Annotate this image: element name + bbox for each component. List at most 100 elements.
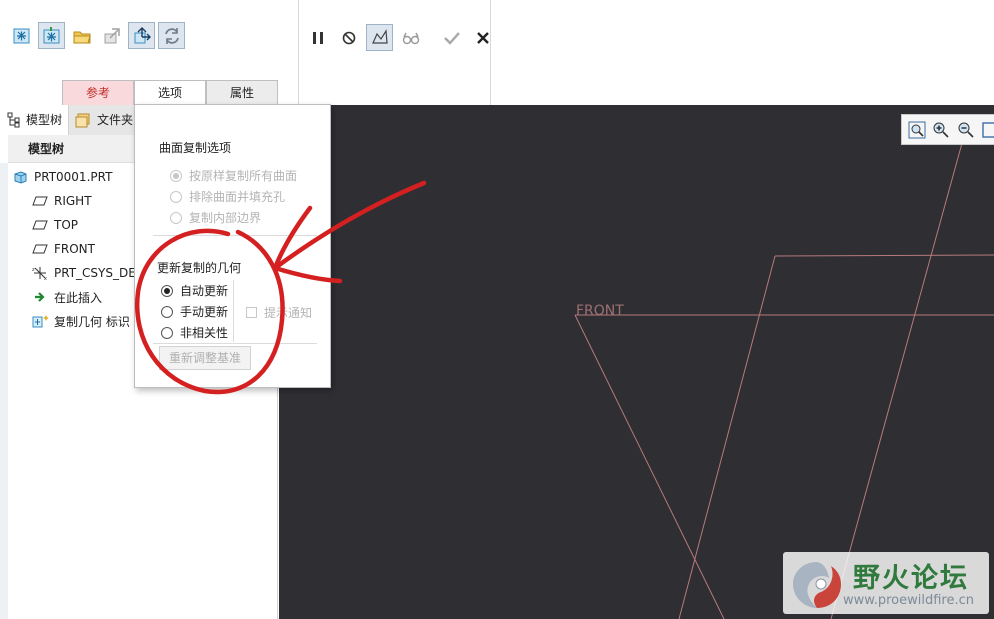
zoom-in-icon [933, 122, 949, 138]
refresh-button[interactable] [158, 22, 185, 49]
top-plane-edge [774, 254, 994, 257]
front-plane-edge [574, 314, 725, 619]
radio-button [161, 284, 173, 297]
no-preview-icon [342, 31, 355, 44]
dashboard-ribbon: 参考 选项 属性 [0, 0, 994, 106]
tab-folder-label: 文件夹 [97, 113, 134, 127]
tab-properties[interactable]: 属性 [206, 80, 278, 105]
open-button[interactable] [68, 22, 95, 49]
radio-auto-update[interactable]: 自动更新 [161, 282, 228, 299]
ribbon-separator [298, 0, 299, 105]
tree-item-top[interactable]: TOP [32, 215, 78, 235]
divider [153, 235, 317, 236]
view-toolbar [901, 114, 994, 145]
tab-options[interactable]: 选项 [134, 80, 206, 106]
feature-toolbar [8, 22, 185, 49]
csys-icon: zx [32, 267, 47, 281]
ok-check-icon [443, 31, 460, 45]
zoom-out-button[interactable] [956, 119, 976, 141]
datum-planes-display: FRONT [574, 124, 994, 619]
refit-icon [908, 121, 926, 138]
top-plane-edge [678, 255, 776, 619]
tab-model-tree[interactable]: 模型树 [0, 104, 69, 135]
svg-text:z: z [32, 267, 35, 273]
cancel-x-icon [476, 31, 489, 44]
refresh-icon [164, 27, 179, 44]
svg-text:x: x [44, 276, 47, 281]
radio-non-associative[interactable]: 非相关性 [161, 324, 228, 341]
copy-surface-button[interactable] [8, 22, 35, 49]
tree-item-front[interactable]: FRONT [32, 239, 95, 259]
radio-copy-all-surfaces[interactable]: 按原样复制所有曲面 [170, 167, 297, 184]
divider [233, 280, 234, 342]
publish-geometry-button[interactable] [98, 22, 125, 49]
divider [153, 343, 317, 344]
tree-item-label: 在此插入 [54, 290, 103, 305]
verify-button[interactable] [366, 24, 393, 51]
copy-geometry-feature-icon [32, 315, 48, 328]
tab-model-tree-label: 模型树 [26, 113, 63, 127]
surface-copy-options-title: 曲面复制选项 [159, 141, 232, 155]
radio-label: 排除曲面并填充孔 [189, 190, 286, 204]
pause-button[interactable] [304, 24, 331, 51]
tree-item-label: TOP [54, 218, 79, 232]
open-folder-icon [73, 31, 91, 43]
datum-plane-icon [32, 244, 48, 254]
radio-button [161, 326, 173, 339]
pause-icon [312, 31, 323, 44]
forum-watermark: 野火论坛 www.proewildfire.cn [783, 552, 989, 614]
radio-button [170, 169, 182, 182]
radio-label: 非相关性 [180, 326, 229, 340]
tab-folder-browser[interactable]: 文件夹 [68, 104, 140, 135]
tree-item-label: 复制几何 标识 [54, 314, 130, 329]
notify-checkbox[interactable]: 提示通知 [246, 304, 312, 321]
verify-icon [371, 28, 388, 44]
tree-item-part[interactable]: PRT0001.PRT [12, 167, 112, 187]
radio-button [161, 305, 173, 318]
tree-item-label: PRT0001.PRT [34, 170, 113, 184]
cancel-button[interactable] [469, 24, 496, 51]
zoom-in-button[interactable] [931, 119, 951, 141]
panel-edge-strip [0, 163, 8, 619]
radio-exclude-surfaces[interactable]: 排除曲面并填充孔 [170, 188, 285, 205]
copy-surface-icon [13, 28, 29, 43]
repaint-icon [982, 121, 994, 138]
forum-logo-icon [793, 562, 841, 608]
no-preview-button[interactable] [335, 24, 362, 51]
refit-button[interactable] [907, 119, 927, 141]
radio-label: 自动更新 [180, 284, 229, 298]
ok-button[interactable] [438, 24, 465, 51]
watermark-title: 野火论坛 [853, 563, 969, 594]
watermark-url: www.proewildfire.cn [843, 593, 974, 608]
update-geometry-title: 更新复制的几何 [157, 261, 242, 275]
radio-manual-update[interactable]: 手动更新 [161, 303, 228, 320]
ribbon-separator [490, 0, 491, 105]
rebase-button[interactable]: 重新调整基准 [159, 346, 251, 370]
front-datum-label: FRONT [576, 303, 624, 319]
checkbox [246, 307, 257, 318]
right-plane-edge [830, 124, 968, 619]
tree-item-insert-here[interactable]: 在此插入 [32, 287, 102, 307]
copy-geometry-icon [43, 26, 59, 43]
options-panel: 曲面复制选项 按原样复制所有曲面 排除曲面并填充孔 复制内部边界 更新复制的几何… [134, 104, 331, 388]
tree-item-label: FRONT [54, 242, 95, 256]
copy-geometry-button[interactable] [38, 22, 65, 49]
tree-item-copy-geometry[interactable]: 复制几何 标识 [32, 311, 130, 331]
tree-item-label: RIGHT [54, 194, 92, 208]
datum-plane-icon [32, 196, 48, 206]
part-icon [14, 171, 27, 184]
graphics-window[interactable]: FRONT [279, 105, 994, 619]
glasses-icon [402, 32, 419, 44]
tree-item-csys[interactable]: zx PRT_CSYS_DEF [32, 263, 143, 283]
model-tree-icon [7, 112, 20, 127]
preview-button[interactable] [397, 24, 424, 51]
tab-references[interactable]: 参考 [62, 80, 134, 105]
repaint-button[interactable] [980, 119, 994, 141]
publish-geometry-icon [104, 27, 120, 43]
transform-button[interactable] [128, 22, 155, 49]
radio-label: 复制内部边界 [189, 211, 262, 225]
notify-label: 提示通知 [264, 306, 313, 320]
tree-item-right[interactable]: RIGHT [32, 191, 92, 211]
radio-copy-inner-boundary[interactable]: 复制内部边界 [170, 209, 261, 226]
radio-label: 手动更新 [180, 305, 229, 319]
